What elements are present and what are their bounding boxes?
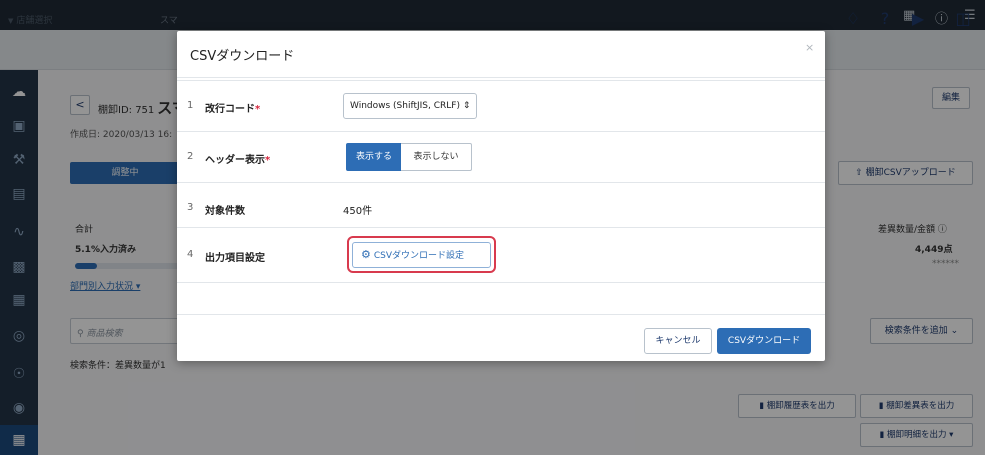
divider bbox=[177, 282, 825, 283]
divider bbox=[177, 131, 825, 132]
csv-settings-button[interactable]: ⚙ CSVダウンロード設定 bbox=[352, 242, 491, 268]
newline-code-select[interactable]: Windows (ShiftJIS, CRLF) ⇕ bbox=[343, 93, 477, 119]
modal-footer-divider bbox=[177, 314, 825, 315]
divider bbox=[177, 227, 825, 228]
divider bbox=[177, 182, 825, 183]
required-mark: * bbox=[265, 155, 271, 166]
row-number: 3 bbox=[187, 202, 194, 213]
csv-download-button[interactable]: CSVダウンロード bbox=[717, 328, 811, 354]
row-number: 2 bbox=[187, 151, 194, 162]
header-display-label: ヘッダー表示* bbox=[205, 151, 270, 166]
close-icon[interactable]: × bbox=[805, 41, 814, 54]
row-number: 4 bbox=[187, 249, 194, 260]
header-show-option[interactable]: 表示する bbox=[346, 143, 402, 171]
cancel-button[interactable]: キャンセル bbox=[644, 328, 712, 354]
header-hide-option[interactable]: 表示しない bbox=[401, 143, 472, 171]
select-arrows-icon: ⇕ bbox=[462, 101, 471, 111]
target-count-label: 対象件数 bbox=[205, 206, 245, 217]
header-display-label-text: ヘッダー表示 bbox=[205, 155, 265, 166]
row-number: 1 bbox=[187, 100, 194, 111]
newline-code-label: 改行コード* bbox=[205, 100, 260, 115]
output-fields-label: 出力項目設定 bbox=[205, 253, 265, 264]
target-count-value: 450件 bbox=[343, 206, 373, 217]
newline-code-label-text: 改行コード bbox=[205, 104, 255, 115]
divider bbox=[177, 77, 825, 78]
modal-title: CSVダウンロード bbox=[190, 49, 295, 64]
newline-code-value: Windows (ShiftJIS, CRLF) bbox=[350, 101, 460, 111]
gear-icon: ⚙ bbox=[361, 248, 371, 261]
csv-download-modal: CSVダウンロード × 1 改行コード* Windows (ShiftJIS, … bbox=[177, 31, 825, 361]
csv-settings-label: CSVダウンロード設定 bbox=[373, 251, 465, 261]
required-mark: * bbox=[255, 104, 261, 115]
